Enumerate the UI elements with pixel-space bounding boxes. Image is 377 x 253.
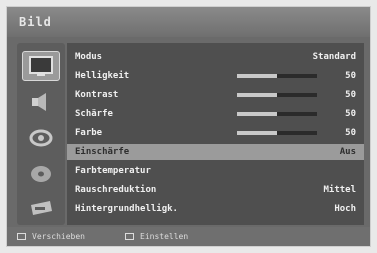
menu-row-mode[interactable]: Modus Standard: [67, 49, 364, 65]
sidebar-item-setup[interactable]: [22, 159, 60, 189]
brightness-slider[interactable]: [237, 74, 317, 78]
osd-window: Bild Modus Standard Helligkeit 50 Kontra…: [6, 6, 371, 247]
speaker-sound-icon: [32, 93, 46, 111]
menu-row-color-temperature[interactable]: Farbtemperatur: [67, 163, 364, 179]
menu-row-brightness[interactable]: Helligkeit 50: [67, 68, 364, 84]
menu-title: Bild: [7, 7, 370, 37]
tv-picture-icon: [29, 56, 53, 76]
menu-row-color[interactable]: Farbe 50: [67, 125, 364, 141]
sidebar-item-channel[interactable]: [22, 123, 60, 153]
row-label: Hintergrundhelligk.: [75, 204, 178, 214]
hint-adjust-label: Einstellen: [140, 232, 189, 241]
input-source-icon: [31, 201, 52, 215]
row-label: Modus: [75, 52, 103, 62]
row-value: Standard: [312, 52, 356, 62]
menu-row-noise-reduction[interactable]: Rauschreduktion Mittel: [67, 182, 364, 198]
menu-row-backlight[interactable]: Hintergrundhelligk. Hoch: [67, 201, 364, 217]
category-sidebar: [17, 43, 65, 225]
menu-row-sharpness[interactable]: Schärfe 50: [67, 106, 364, 122]
hint-move: Verschieben: [17, 227, 85, 246]
satellite-dish-icon: [29, 129, 53, 147]
row-label: Farbtemperatur: [75, 166, 151, 176]
row-label: Kontrast: [75, 90, 119, 100]
row-value: Hoch: [334, 204, 356, 214]
row-value: 50: [345, 109, 356, 119]
row-value: Mittel: [323, 185, 356, 195]
color-slider[interactable]: [237, 131, 317, 135]
sidebar-item-picture[interactable]: [22, 51, 60, 81]
row-label: Rauschreduktion: [75, 185, 157, 195]
disc-settings-icon: [31, 166, 51, 182]
row-label: Einschärfe: [75, 147, 130, 157]
adjust-button-icon: [125, 233, 134, 240]
contrast-slider[interactable]: [237, 93, 317, 97]
sidebar-item-input[interactable]: [22, 193, 60, 223]
footer-hints: Verschieben Einstellen: [7, 227, 370, 246]
row-value: 50: [345, 128, 356, 138]
hint-move-label: Verschieben: [32, 232, 85, 241]
row-label: Farbe: [75, 128, 103, 138]
row-value: 50: [345, 90, 356, 100]
menu-row-sharpening[interactable]: Einschärfe Aus: [67, 144, 364, 160]
row-value: 50: [345, 71, 356, 81]
row-label: Helligkeit: [75, 71, 130, 81]
settings-menu: Modus Standard Helligkeit 50 Kontrast 50…: [67, 43, 364, 225]
sidebar-item-sound[interactable]: [22, 87, 60, 117]
row-value: Aus: [339, 147, 356, 157]
menu-row-contrast[interactable]: Kontrast 50: [67, 87, 364, 103]
hint-adjust: Einstellen: [125, 227, 188, 246]
sharpness-slider[interactable]: [237, 112, 317, 116]
navigate-button-icon: [17, 233, 26, 240]
row-label: Schärfe: [75, 109, 113, 119]
